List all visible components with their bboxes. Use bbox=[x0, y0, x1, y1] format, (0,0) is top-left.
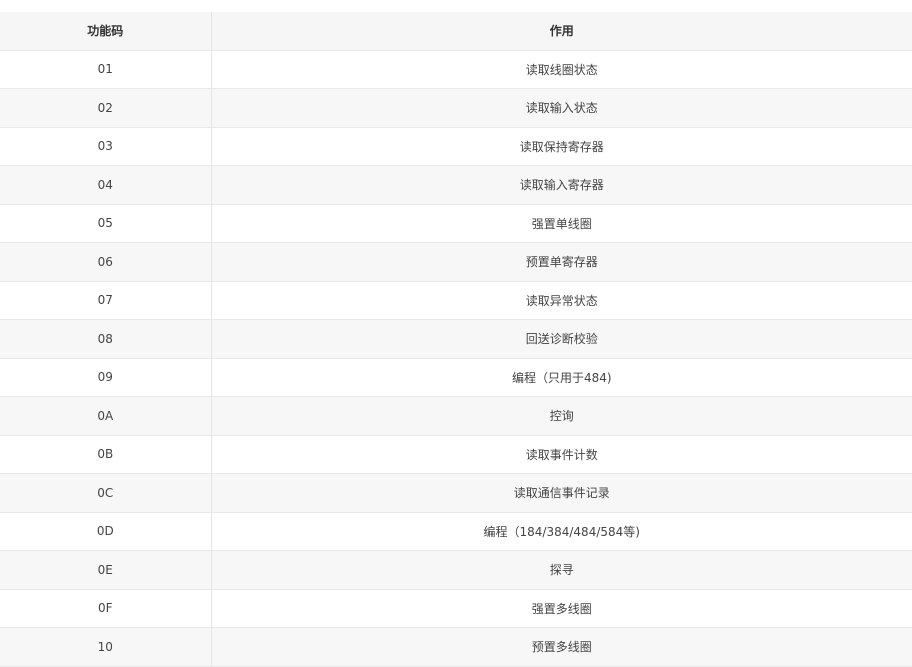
function-code-cell: 09 bbox=[0, 358, 212, 397]
table-row: 0B 读取事件计数 bbox=[0, 435, 912, 474]
function-code-table: 功能码 作用 01 读取线圈状态 02 读取输入状态 03 读取保持寄存器 04 读取输入寄存… bbox=[0, 12, 912, 667]
function-code-cell: 06 bbox=[0, 242, 212, 282]
table-row: 05 强置单线圈 bbox=[0, 204, 912, 243]
function-code-cell: 0D bbox=[0, 512, 212, 551]
table-row: 03 读取保持寄存器 bbox=[0, 127, 912, 166]
table-header: 功能码 作用 bbox=[0, 12, 912, 51]
table-row: 0E 探寻 bbox=[0, 550, 912, 590]
header-row: 功能码 作用 bbox=[0, 12, 912, 51]
table-row: 07 读取异常状态 bbox=[0, 281, 912, 320]
purpose-cell: 编程（184/384/484/584等) bbox=[211, 512, 912, 551]
function-code-cell: 0E bbox=[0, 550, 212, 590]
purpose-cell: 回送诊断校验 bbox=[211, 319, 912, 359]
purpose-cell: 强置单线圈 bbox=[211, 204, 912, 243]
table-row: 09 编程（只用于484) bbox=[0, 358, 912, 397]
function-code-cell: 0F bbox=[0, 589, 212, 628]
purpose-cell: 读取线圈状态 bbox=[211, 50, 912, 89]
column-header-function-code: 功能码 bbox=[0, 12, 212, 51]
purpose-cell: 探寻 bbox=[211, 550, 912, 590]
function-code-cell: 07 bbox=[0, 281, 212, 320]
function-code-cell: 05 bbox=[0, 204, 212, 243]
purpose-cell: 预置单寄存器 bbox=[211, 242, 912, 282]
function-code-cell: 01 bbox=[0, 50, 212, 89]
function-code-cell: 02 bbox=[0, 88, 212, 128]
table-row: 0C 读取通信事件记录 bbox=[0, 473, 912, 513]
function-code-cell: 08 bbox=[0, 319, 212, 359]
purpose-cell: 预置多线圈 bbox=[211, 627, 912, 667]
function-code-cell: 0A bbox=[0, 396, 212, 436]
function-code-cell: 03 bbox=[0, 127, 212, 166]
column-header-purpose: 作用 bbox=[211, 12, 912, 51]
table-row: 0A 控询 bbox=[0, 396, 912, 436]
function-code-table-container: 功能码 作用 01 读取线圈状态 02 读取输入状态 03 读取保持寄存器 04 读取输入寄存… bbox=[0, 12, 912, 667]
purpose-cell: 强置多线圈 bbox=[211, 589, 912, 628]
function-code-cell: 0B bbox=[0, 435, 212, 474]
table-row: 01 读取线圈状态 bbox=[0, 50, 912, 89]
purpose-cell: 读取输入状态 bbox=[211, 88, 912, 128]
table-body: 01 读取线圈状态 02 读取输入状态 03 读取保持寄存器 04 读取输入寄存器 05 强置单线… bbox=[0, 50, 912, 667]
table-row: 0F 强置多线圈 bbox=[0, 589, 912, 628]
function-code-cell: 0C bbox=[0, 473, 212, 513]
function-code-cell: 10 bbox=[0, 627, 212, 667]
purpose-cell: 读取输入寄存器 bbox=[211, 165, 912, 205]
table-row: 06 预置单寄存器 bbox=[0, 242, 912, 282]
table-row: 0D 编程（184/384/484/584等) bbox=[0, 512, 912, 551]
purpose-cell: 编程（只用于484) bbox=[211, 358, 912, 397]
table-row: 04 读取输入寄存器 bbox=[0, 165, 912, 205]
purpose-cell: 读取异常状态 bbox=[211, 281, 912, 320]
purpose-cell: 读取事件计数 bbox=[211, 435, 912, 474]
purpose-cell: 读取保持寄存器 bbox=[211, 127, 912, 166]
table-row: 08 回送诊断校验 bbox=[0, 319, 912, 359]
table-row: 10 预置多线圈 bbox=[0, 627, 912, 667]
table-row: 02 读取输入状态 bbox=[0, 88, 912, 128]
purpose-cell: 控询 bbox=[211, 396, 912, 436]
purpose-cell: 读取通信事件记录 bbox=[211, 473, 912, 513]
function-code-cell: 04 bbox=[0, 165, 212, 205]
